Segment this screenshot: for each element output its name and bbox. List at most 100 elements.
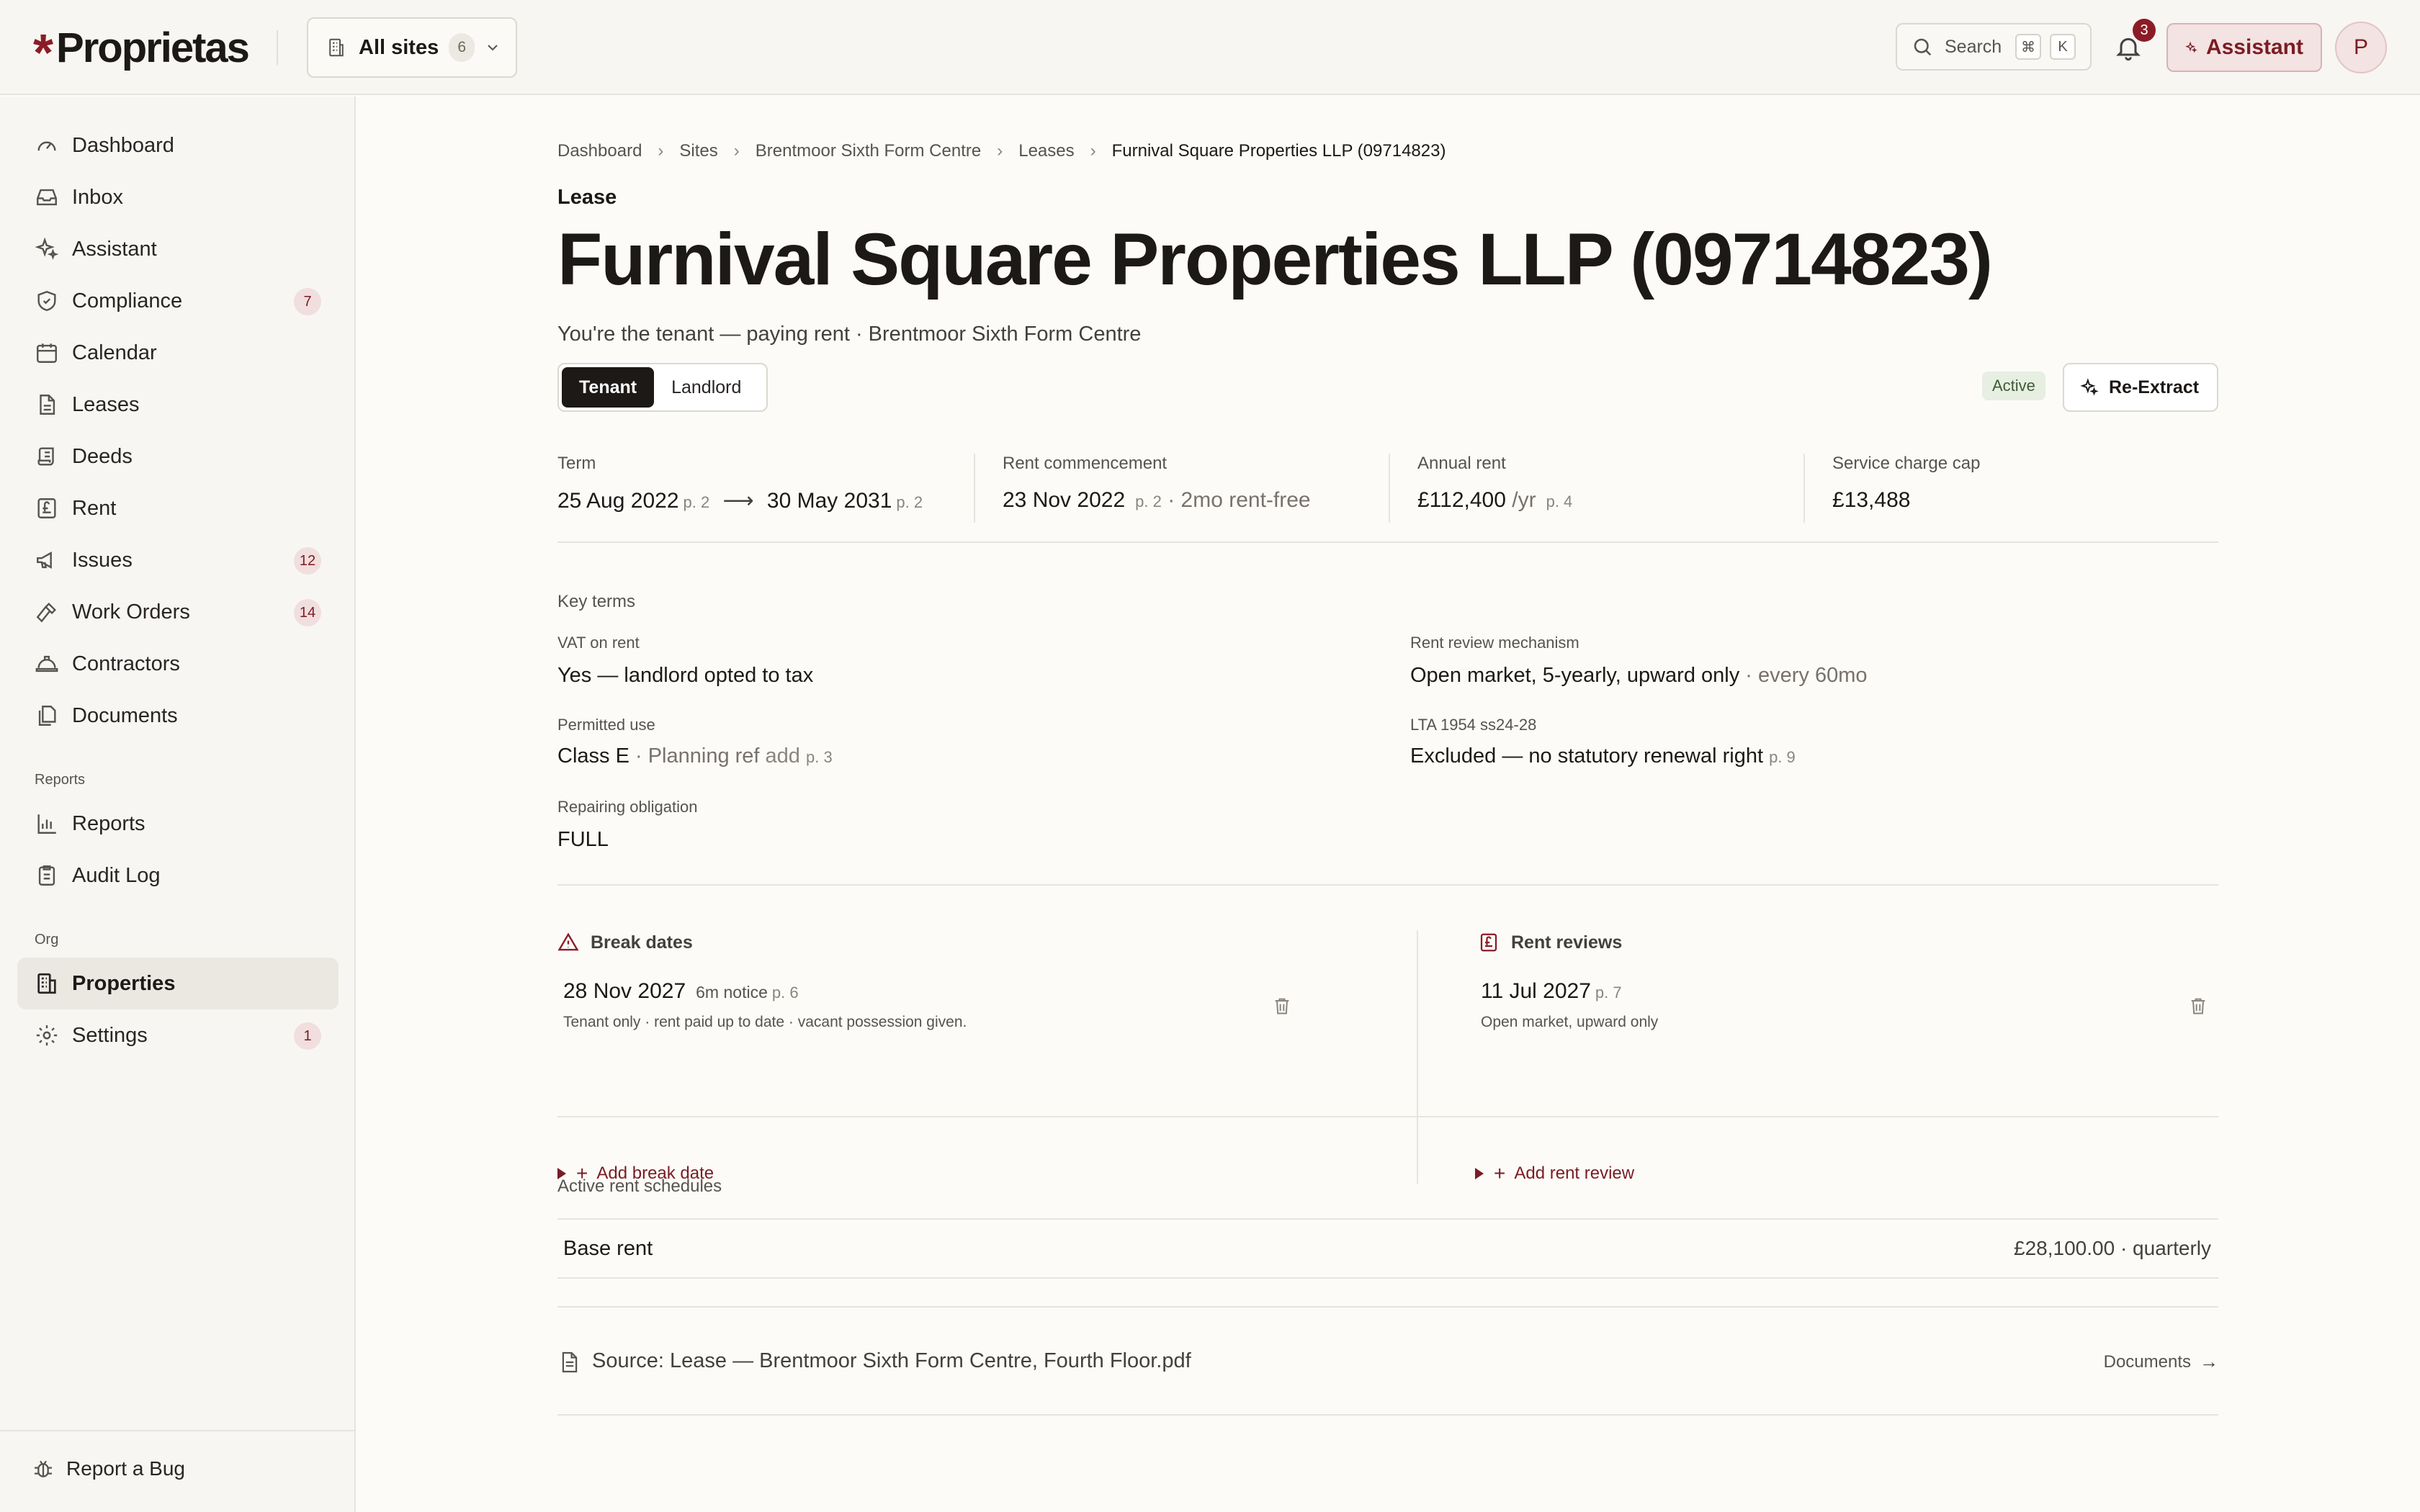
documents-link[interactable]: Documents → <box>2104 1351 2218 1373</box>
sidebar-item-documents[interactable]: Documents <box>17 690 339 742</box>
sidebar-item-assistant[interactable]: Assistant <box>17 223 339 275</box>
scroll-icon <box>37 447 54 466</box>
break-dates-title: Break dates <box>591 932 693 953</box>
lta-text: Excluded — no statutory renewal right <box>1410 744 1764 768</box>
sidebar-item-inbox[interactable]: Inbox <box>17 171 339 223</box>
sidebar-item-settings[interactable]: Settings 1 <box>17 1009 339 1061</box>
page-ref[interactable]: p. 3 <box>806 748 833 766</box>
user-avatar[interactable]: P <box>2335 22 2387 73</box>
page-ref[interactable]: p. 4 <box>1546 492 1573 510</box>
document-icon <box>562 1351 578 1373</box>
sidebar-item-label: Work Orders <box>72 600 190 624</box>
breadcrumb-current: Furnival Square Properties LLP (09714823… <box>1111 141 1446 161</box>
rent-review-note: Open market, upward only <box>1481 1014 1659 1030</box>
sidebar-item-reports[interactable]: Reports <box>17 798 339 850</box>
breadcrumb: Dashboard › Sites › Brentmoor Sixth Form… <box>557 141 1446 161</box>
stat-value: 25 Aug 2022 p. 2 ⟶ 30 May 2031 p. 2 <box>557 488 923 513</box>
sidebar-item-rent[interactable]: Rent <box>17 482 339 534</box>
add-rent-review-button[interactable]: + Add rent review <box>1475 1162 1634 1185</box>
site-picker[interactable]: All sites 6 <box>307 17 517 78</box>
stat-label: Annual rent <box>1417 454 1506 473</box>
site-picker-label: All sites <box>359 35 439 59</box>
page-ref[interactable]: p. 2 <box>896 493 923 511</box>
sidebar-footer-divider <box>0 1430 356 1431</box>
breadcrumb-leases[interactable]: Leases <box>1018 141 1074 161</box>
rent-schedule-row[interactable]: Base rent £28,100.00 · quarterly <box>557 1218 2218 1279</box>
sidebar-item-issues[interactable]: Issues 12 <box>17 534 339 586</box>
re-extract-button[interactable]: Re-Extract <box>2063 363 2218 412</box>
shield-icon <box>37 290 56 311</box>
page-ref[interactable]: p. 2 <box>1135 492 1162 510</box>
sidebar-item-compliance[interactable]: Compliance 7 <box>17 275 339 327</box>
sidebar-item-label: Leases <box>72 392 140 416</box>
site-count-badge: 6 <box>449 33 475 62</box>
add-planning-ref-link[interactable]: add <box>766 744 800 768</box>
bar-chart-icon <box>37 814 56 834</box>
stat-service-charge-cap: Service charge cap £13,488 <box>1832 454 1980 523</box>
rent-free-note: · 2mo rent-free <box>1168 488 1311 512</box>
report-bug-button[interactable]: Report a Bug <box>32 1457 185 1480</box>
report-bug-label: Report a Bug <box>66 1457 185 1480</box>
service-cap-value: £13,488 <box>1832 488 1911 512</box>
sidebar-item-leases[interactable]: Leases <box>17 379 339 431</box>
sidebar-item-label: Properties <box>72 971 176 995</box>
logo-asterisk: * <box>33 24 54 82</box>
review-mechanism-text: Open market, 5-yearly, upward only <box>1410 664 1740 687</box>
breadcrumb-site[interactable]: Brentmoor Sixth Form Centre <box>756 141 981 161</box>
page-ref[interactable]: p. 9 <box>1769 748 1796 766</box>
sidebar-item-audit-log[interactable]: Audit Log <box>17 850 339 901</box>
sidebar-item-dashboard[interactable]: Dashboard <box>17 120 339 171</box>
brand-logo[interactable]: * Proprietas <box>33 22 250 80</box>
sidebar-item-label: Contractors <box>72 652 180 675</box>
pound-document-icon <box>1480 933 1497 952</box>
stat-label: Rent commencement <box>1003 454 1168 473</box>
rent-review-row: 11 Jul 2027 p. 7 <box>1481 979 1622 1004</box>
clipboard-icon <box>38 865 55 886</box>
trash-icon[interactable] <box>1272 995 1292 1017</box>
sparkle-icon <box>35 237 59 260</box>
page-ref[interactable]: p. 2 <box>684 493 710 511</box>
work-orders-count-badge: 14 <box>294 599 321 626</box>
chevron-right-icon: › <box>733 141 740 161</box>
trash-icon[interactable] <box>2188 995 2208 1017</box>
sparkle-icon <box>2185 41 2197 53</box>
breadcrumb-sites[interactable]: Sites <box>679 141 717 161</box>
permitted-use-label: Permitted use <box>557 716 655 734</box>
sidebar-item-deeds[interactable]: Deeds <box>17 431 339 482</box>
breadcrumb-dashboard[interactable]: Dashboard <box>557 141 642 161</box>
key-terms-heading: Key terms <box>557 592 636 611</box>
sidebar-item-work-orders[interactable]: Work Orders 14 <box>17 586 339 638</box>
sidebar-item-label: Deeds <box>72 444 133 468</box>
page-ref[interactable]: p. 7 <box>1595 984 1622 1002</box>
schedule-value: £28,100.00 · quarterly <box>2014 1237 2211 1259</box>
break-date-row: 28 Nov 2027 6m notice p. 6 <box>563 979 799 1004</box>
source-document-row: Source: Lease — Brentmoor Sixth Form Cen… <box>557 1306 2218 1416</box>
vat-label: VAT on rent <box>557 634 640 652</box>
sidebar-item-label: Reports <box>72 811 145 835</box>
status-badge: Active <box>1982 372 2045 400</box>
files-icon <box>38 706 56 726</box>
annual-rent-value: £112,400 <box>1417 488 1506 512</box>
stat-value: £112,400 /yr p. 4 <box>1417 488 1572 513</box>
hammer-icon <box>36 602 57 623</box>
page-eyebrow: Lease <box>557 186 617 209</box>
search-label: Search <box>1945 36 2002 57</box>
gauge-icon <box>37 141 56 151</box>
page-ref[interactable]: p. 6 <box>772 984 799 1002</box>
building-icon <box>329 38 344 57</box>
assistant-button[interactable]: Assistant <box>2166 23 2322 72</box>
sidebar-item-calendar[interactable]: Calendar <box>17 327 339 379</box>
stat-divider <box>1389 454 1390 523</box>
schedule-label: Base rent <box>563 1237 653 1260</box>
search-button[interactable]: Search ⌘ K <box>1896 23 2092 71</box>
source-text[interactable]: Source: Lease — Brentmoor Sixth Form Cen… <box>592 1349 1191 1373</box>
sidebar-item-contractors[interactable]: Contractors <box>17 638 339 690</box>
sidebar-item-label: Rent <box>72 496 117 520</box>
rent-review-date: 11 Jul 2027 <box>1481 979 1591 1003</box>
toggle-landlord[interactable]: Landlord <box>654 367 758 408</box>
stat-label: Service charge cap <box>1832 454 1981 473</box>
toggle-tenant[interactable]: Tenant <box>562 367 655 408</box>
sidebar-item-properties[interactable]: Properties <box>17 958 339 1009</box>
documents-link-label: Documents <box>2103 1351 2191 1372</box>
rent-reviews-title: Rent reviews <box>1511 932 1623 953</box>
